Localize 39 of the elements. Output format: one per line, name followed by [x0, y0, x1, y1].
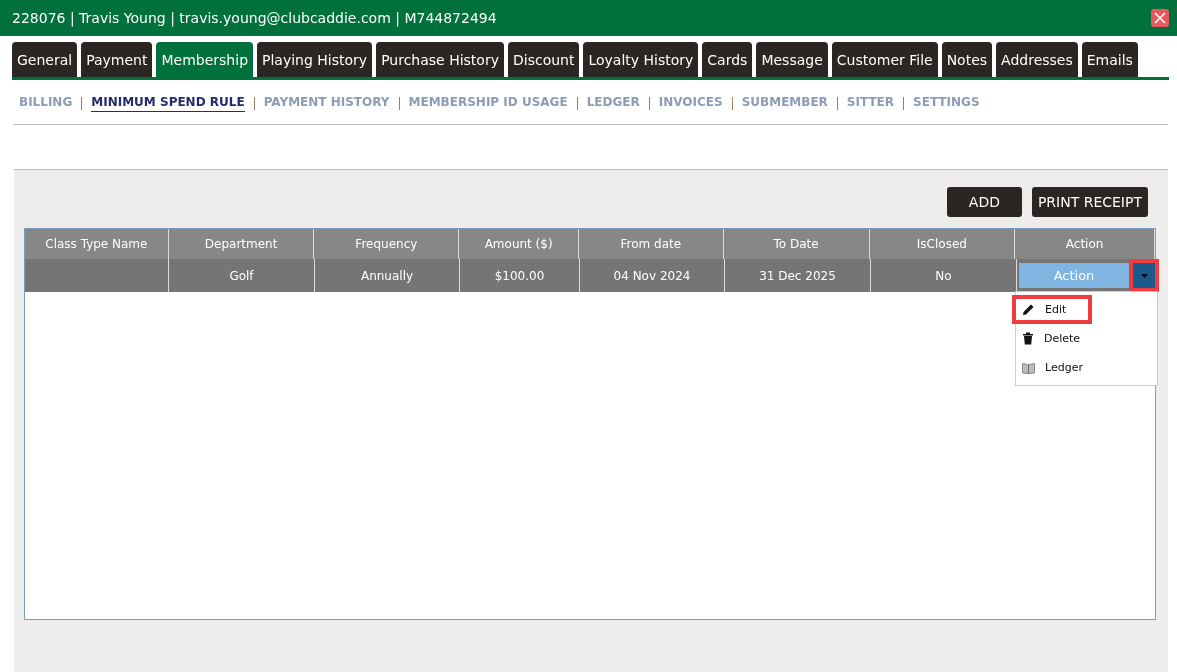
column-header: Action — [1015, 229, 1155, 259]
book-icon — [1022, 361, 1035, 374]
table-cell: 04 Nov 2024 — [580, 259, 725, 292]
column-header: Department — [168, 229, 315, 259]
tab[interactable]: Message — [756, 42, 828, 77]
tab[interactable]: Discount — [507, 42, 580, 77]
pencil-icon — [1022, 303, 1035, 316]
column-header: Class Type Name — [25, 229, 169, 259]
table-cell: $100.00 — [460, 259, 580, 292]
table-cell: No — [871, 259, 1017, 292]
menu-item[interactable]: Ledger — [1016, 357, 1089, 378]
tab[interactable]: Customer File — [831, 42, 938, 77]
column-header: Amount ($) — [459, 229, 579, 259]
tab[interactable]: Addresses — [996, 42, 1078, 77]
column-header: IsClosed — [869, 229, 1016, 259]
column-header: To Date — [723, 229, 870, 259]
close-button[interactable] — [1151, 9, 1169, 27]
add-button[interactable]: ADD — [946, 187, 1022, 217]
table-cell: Golf — [169, 259, 315, 292]
print-receipt-button[interactable]: PRINT RECEIPT — [1031, 187, 1148, 217]
tab[interactable]: Emails — [1081, 42, 1138, 77]
tab[interactable]: Purchase History — [376, 42, 504, 77]
subnav-link[interactable]: MINIMUM SPEND RULE — [91, 94, 245, 112]
table-cell: 31 Dec 2025 — [725, 259, 871, 292]
tab[interactable]: Membership — [156, 42, 253, 77]
tab[interactable]: Playing History — [257, 42, 373, 77]
column-header: From date — [579, 229, 724, 259]
tab[interactable]: Notes — [941, 42, 993, 77]
tab[interactable]: General — [12, 42, 78, 77]
column-header: Frequency — [314, 229, 460, 259]
tab[interactable]: Cards — [702, 42, 753, 77]
caret-icon — [1140, 273, 1148, 278]
trash-icon — [1022, 332, 1034, 345]
menu-item[interactable]: Delete — [1016, 328, 1087, 349]
table-cell: Annually — [315, 259, 460, 292]
menu-item[interactable]: Edit — [1016, 299, 1089, 320]
tab[interactable]: Loyalty History — [583, 42, 699, 77]
tab[interactable]: Payment — [81, 42, 153, 77]
window-title: 228076 | Travis Young | travis.young@clubcaddie.com | M744872494 — [12, 10, 497, 26]
